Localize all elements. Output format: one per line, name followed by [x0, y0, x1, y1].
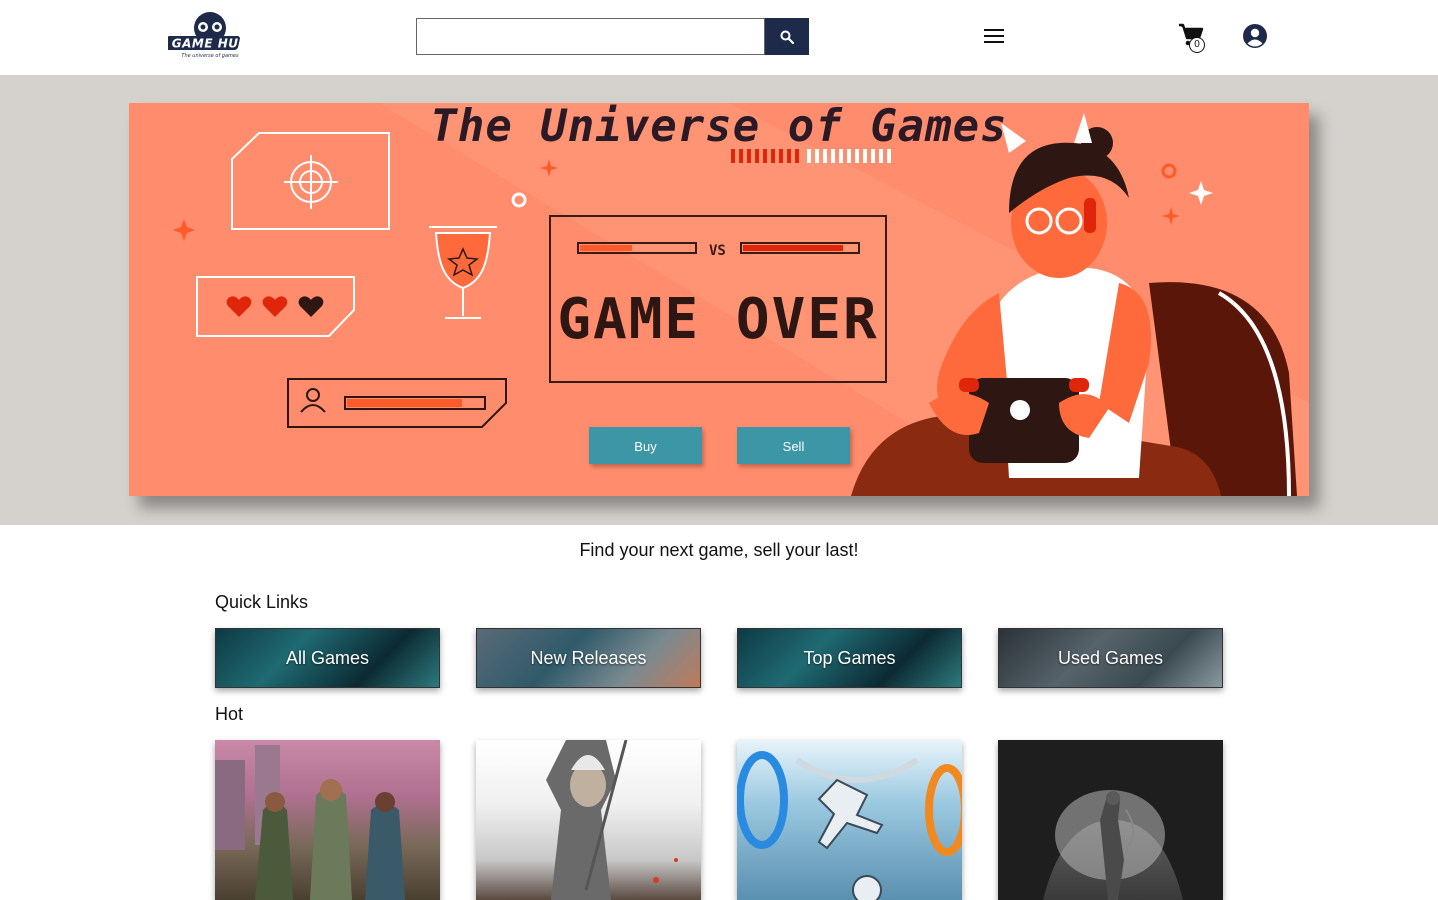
- search-input[interactable]: [416, 18, 765, 55]
- quick-link-all-games[interactable]: All Games: [215, 628, 440, 688]
- quick-link-label: Used Games: [1057, 647, 1164, 668]
- quick-links-heading: Quick Links: [215, 592, 309, 612]
- game-over-text: GAME OVER: [557, 287, 879, 352]
- quick-link-used-games[interactable]: Used Games: [998, 628, 1223, 688]
- buy-button[interactable]: Buy: [589, 427, 702, 464]
- hot-game-artwork: [215, 745, 405, 900]
- quick-link-label: New Releases: [530, 647, 647, 668]
- hero-banner: The Universe of Games VS GAME OVER Buy S…: [129, 103, 1309, 496]
- hot-game-artwork: [737, 751, 962, 900]
- account-circle-icon[interactable]: [1242, 23, 1268, 49]
- svg-text:The universe of games: The universe of games: [181, 53, 239, 59]
- hot-game-card[interactable]: [476, 740, 701, 900]
- hot-game-artwork: [998, 740, 1223, 900]
- svg-text:GAME HUB: GAME HUB: [172, 37, 248, 51]
- quick-link-new-releases[interactable]: New Releases: [476, 628, 701, 688]
- hero-title: The Universe of Games: [430, 103, 1008, 152]
- sell-button[interactable]: Sell: [737, 427, 850, 464]
- hot-game-card[interactable]: [998, 740, 1223, 900]
- cart-count-badge: 0: [1189, 37, 1205, 53]
- search-icon: [780, 30, 794, 44]
- site-header: GAME HUB The universe of games 0: [0, 0, 1438, 75]
- hot-heading: Hot: [215, 704, 244, 724]
- quick-link-top-games[interactable]: Top Games: [737, 628, 962, 688]
- hot-game-artwork: [546, 740, 678, 900]
- quick-link-label: Top Games: [803, 647, 896, 668]
- hot-game-card[interactable]: [215, 740, 440, 900]
- hamburger-menu-icon[interactable]: [982, 26, 1006, 46]
- game-over-screen: VS GAME OVER: [549, 215, 887, 383]
- search-button[interactable]: [765, 18, 809, 55]
- hot-game-card[interactable]: [737, 740, 962, 900]
- quick-link-label: All Games: [285, 647, 370, 668]
- tagline: Find your next game, sell your last!: [579, 540, 859, 560]
- game-hub-logo[interactable]: GAME HUB The universe of games: [164, 10, 248, 60]
- versus-label: VS: [709, 243, 726, 259]
